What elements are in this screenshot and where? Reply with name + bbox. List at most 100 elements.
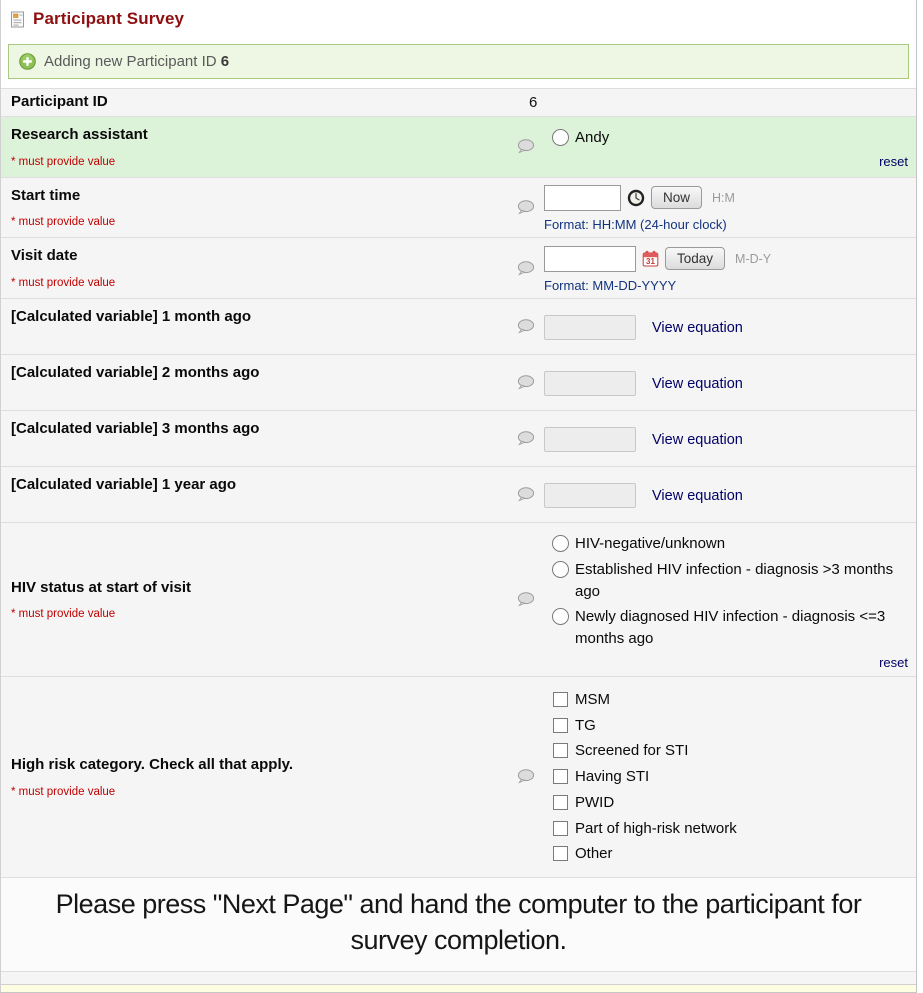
survey-form-table: Participant Survey Adding new Participan… (0, 0, 917, 993)
checkbox[interactable] (553, 846, 568, 861)
checkbox-option-other[interactable]: Other (552, 843, 910, 865)
required-note: * must provide value (11, 216, 503, 228)
field-comment-icon[interactable] (517, 431, 535, 446)
date-picker-calendar-icon[interactable]: 31 (642, 250, 659, 267)
visit-date-label: Visit date (11, 247, 503, 266)
checkbox-label: Other (575, 843, 613, 865)
checkbox-option-pwid[interactable]: PWID (552, 792, 910, 814)
date-hint: M-D-Y (735, 252, 771, 266)
checkbox[interactable] (553, 795, 568, 810)
high-risk-label: High risk category. Check all that apply… (11, 756, 503, 775)
radio-button[interactable] (552, 535, 569, 552)
checkbox-label: TG (575, 715, 596, 737)
checkbox-label: Having STI (575, 766, 649, 788)
research-assistant-label: Research assistant (11, 126, 503, 145)
calc-label: [Calculated variable] 2 months ago (11, 364, 503, 383)
radio-label: HIV-negative/unknown (575, 533, 725, 555)
field-comment-icon[interactable] (517, 375, 535, 390)
field-comment-icon[interactable] (517, 592, 535, 607)
calc-value-input (544, 371, 636, 396)
radio-option-established-hiv[interactable]: Established HIV infection - diagnosis >3… (552, 559, 910, 603)
checkbox-label: Part of high-risk network (575, 818, 737, 840)
checkbox-label: Screened for STI (575, 740, 688, 762)
view-equation-link[interactable]: View equation (652, 432, 743, 448)
radio-option-andy[interactable]: Andy (552, 127, 910, 149)
svg-text:31: 31 (646, 257, 655, 266)
checkbox-option-having-sti[interactable]: Having STI (552, 766, 910, 788)
time-picker-clock-icon[interactable] (627, 189, 645, 207)
adding-record-banner: Adding new Participant ID 6 (8, 44, 909, 79)
participant-id-value: 6 (507, 94, 910, 111)
banner-wrap: Adding new Participant ID 6 (1, 37, 916, 88)
reset-link[interactable]: reset (879, 154, 908, 169)
now-button[interactable]: Now (651, 186, 702, 209)
next-section-strip (1, 984, 916, 992)
checkbox-option-msm[interactable]: MSM (552, 689, 910, 711)
field-comment-icon[interactable] (517, 769, 535, 784)
row-calc-1-year: [Calculated variable] 1 year ago View eq… (1, 466, 916, 522)
radio-label: Newly diagnosed HIV infection - diagnosi… (575, 606, 910, 650)
radio-button[interactable] (552, 561, 569, 578)
calc-label: [Calculated variable] 1 year ago (11, 476, 503, 495)
required-note: * must provide value (11, 608, 503, 620)
field-comment-icon[interactable] (517, 139, 535, 154)
row-research-assistant: Research assistant * must provide value … (1, 116, 916, 177)
calc-label: [Calculated variable] 3 months ago (11, 420, 503, 439)
participant-survey-page: Participant Survey Adding new Participan… (0, 0, 923, 993)
reset-link[interactable]: reset (879, 655, 908, 670)
calc-value-input (544, 427, 636, 452)
required-note: * must provide value (11, 156, 503, 168)
banner-label: Adding new Participant ID (44, 53, 217, 70)
today-button[interactable]: Today (665, 247, 725, 270)
instruction-message: Please press "Next Page" and hand the co… (15, 886, 902, 959)
time-hint: H:M (712, 191, 735, 205)
checkbox-option-tg[interactable]: TG (552, 715, 910, 737)
start-time-input[interactable] (544, 185, 621, 211)
row-visit-date: Visit date * must provide value (1, 237, 916, 298)
add-record-plus-icon (19, 53, 36, 70)
time-format-note: Format: HH:MM (24-hour clock) (544, 217, 910, 232)
row-calc-3-months: [Calculated variable] 3 months ago View … (1, 410, 916, 466)
page-title: Participant Survey (33, 9, 184, 29)
start-time-label: Start time (11, 187, 503, 206)
field-comment-icon[interactable] (517, 487, 535, 502)
checkbox[interactable] (553, 718, 568, 733)
radio-label: Andy (575, 127, 609, 149)
radio-option-newly-diagnosed-hiv[interactable]: Newly diagnosed HIV infection - diagnosi… (552, 606, 910, 650)
radio-button[interactable] (552, 129, 569, 146)
view-equation-link[interactable]: View equation (652, 488, 743, 504)
view-equation-link[interactable]: View equation (652, 320, 743, 336)
hiv-status-label: HIV status at start of visit (11, 579, 503, 598)
visit-date-input[interactable] (544, 246, 636, 272)
checkbox[interactable] (553, 769, 568, 784)
row-instruction-message: Please press "Next Page" and hand the co… (1, 877, 916, 971)
view-equation-link[interactable]: View equation (652, 376, 743, 392)
radio-button[interactable] (552, 608, 569, 625)
field-comment-icon[interactable] (517, 200, 535, 215)
date-format-note: Format: MM-DD-YYYY (544, 278, 910, 293)
banner-text: Adding new Participant ID 6 (44, 53, 229, 70)
radio-option-hiv-negative[interactable]: HIV-negative/unknown (552, 533, 910, 555)
checkbox-option-screened-sti[interactable]: Screened for STI (552, 740, 910, 762)
radio-label: Established HIV infection - diagnosis >3… (575, 559, 910, 603)
row-participant-id: Participant ID 6 (1, 88, 916, 116)
checkbox-label: MSM (575, 689, 610, 711)
survey-form-icon (9, 11, 26, 28)
checkbox[interactable] (553, 821, 568, 836)
empty-row-strip (1, 971, 916, 984)
row-calc-2-months: [Calculated variable] 2 months ago View … (1, 354, 916, 410)
checkbox[interactable] (553, 743, 568, 758)
row-calc-1-month: [Calculated variable] 1 month ago View e… (1, 298, 916, 354)
field-comment-icon[interactable] (517, 261, 535, 276)
required-note: * must provide value (11, 277, 503, 289)
participant-id-label: Participant ID (11, 93, 503, 112)
checkbox-option-high-risk-network[interactable]: Part of high-risk network (552, 818, 910, 840)
field-comment-icon[interactable] (517, 319, 535, 334)
calc-value-input (544, 483, 636, 508)
row-start-time: Start time * must provide value (1, 177, 916, 238)
calc-label: [Calculated variable] 1 month ago (11, 308, 503, 327)
checkbox[interactable] (553, 692, 568, 707)
required-note: * must provide value (11, 786, 503, 798)
calc-value-input (544, 315, 636, 340)
checkbox-label: PWID (575, 792, 614, 814)
